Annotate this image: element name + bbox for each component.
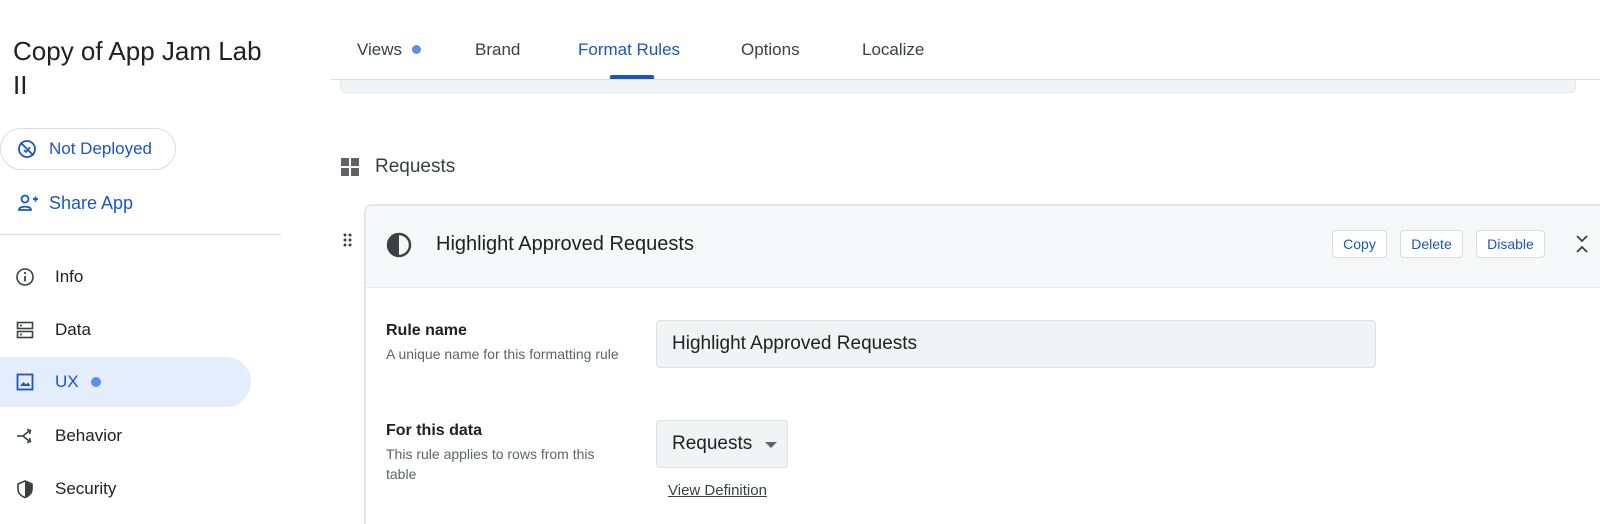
previous-card-edge xyxy=(340,80,1576,93)
tab-views[interactable]: Views xyxy=(357,40,402,60)
copy-button[interactable]: Copy xyxy=(1332,230,1387,258)
info-icon xyxy=(16,267,34,286)
views-unsaved-dot xyxy=(412,45,421,54)
table-select[interactable]: Requests xyxy=(656,420,788,468)
dropdown-caret-icon xyxy=(765,442,777,448)
sidebar-item-info[interactable]: Info xyxy=(0,250,282,303)
disable-button[interactable]: Disable xyxy=(1476,230,1545,258)
deploy-status-label: Not Deployed xyxy=(49,139,153,158)
share-user-icon xyxy=(18,194,38,211)
share-app-link[interactable]: Share App xyxy=(17,190,133,216)
tab-brand[interactable]: Brand xyxy=(475,40,520,60)
view-definition-link[interactable]: View Definition xyxy=(668,482,767,499)
tab-localize[interactable]: Localize xyxy=(862,40,924,60)
table-section-header: Requests xyxy=(340,154,455,180)
grid-icon xyxy=(341,158,359,176)
sidebar-item-data[interactable]: Data xyxy=(0,303,282,356)
format-rule-header[interactable]: Highlight Approved Requests Copy Delete … xyxy=(366,206,1600,288)
tab-format-rules[interactable]: Format Rules xyxy=(578,40,680,60)
image-icon xyxy=(16,373,34,391)
deploy-status-button[interactable]: Not Deployed xyxy=(0,128,176,170)
sidebar-item-label: UX xyxy=(55,372,79,391)
rule-title: Highlight Approved Requests xyxy=(436,233,694,255)
for-this-data-label: For this data xyxy=(386,422,483,439)
rule-name-label: Rule name xyxy=(386,322,467,339)
table-select-value: Requests xyxy=(672,433,753,454)
format-rule-card: Highlight Approved Requests Copy Delete … xyxy=(364,204,1600,524)
tab-options[interactable]: Options xyxy=(741,40,800,60)
sidebar-item-label: Data xyxy=(55,319,91,339)
not-deployed-icon xyxy=(18,140,36,158)
delete-button[interactable]: Delete xyxy=(1400,230,1463,258)
sidebar-item-label: Behavior xyxy=(55,425,123,445)
sidebar-divider xyxy=(0,234,281,235)
sidebar-nav: Info Data UX Behavior Security xyxy=(0,250,282,515)
tab-bar-border xyxy=(330,0,1600,80)
data-icon xyxy=(16,321,34,338)
sidebar-item-ux[interactable]: UX xyxy=(0,357,251,407)
sidebar-item-label: Security xyxy=(55,478,117,498)
shield-icon xyxy=(17,479,33,498)
section-title: Requests xyxy=(375,156,456,177)
collapse-icon[interactable] xyxy=(1574,234,1590,254)
unsaved-dot xyxy=(90,377,101,387)
sidebar-item-security[interactable]: Security xyxy=(0,462,282,515)
app-editor: Copy of App Jam Lab II Not Deployed Shar… xyxy=(0,0,1600,524)
rule-name-input[interactable]: Highlight Approved Requests xyxy=(656,320,1376,368)
sidebar-item-behavior[interactable]: Behavior xyxy=(0,409,282,462)
contrast-icon xyxy=(386,232,412,258)
active-tab-indicator xyxy=(610,75,654,79)
app-title: Copy of App Jam Lab II xyxy=(13,36,262,100)
drag-handle-icon[interactable] xyxy=(342,232,354,248)
for-this-data-help: This rule applies to rows from this tabl… xyxy=(386,446,595,482)
sidebar-item-label: Info xyxy=(55,266,84,286)
share-app-label: Share App xyxy=(49,192,134,213)
sidebar: Copy of App Jam Lab II Not Deployed Shar… xyxy=(0,0,282,524)
behavior-icon xyxy=(17,428,32,443)
rule-name-help: A unique name for this formatting rule xyxy=(386,346,619,362)
